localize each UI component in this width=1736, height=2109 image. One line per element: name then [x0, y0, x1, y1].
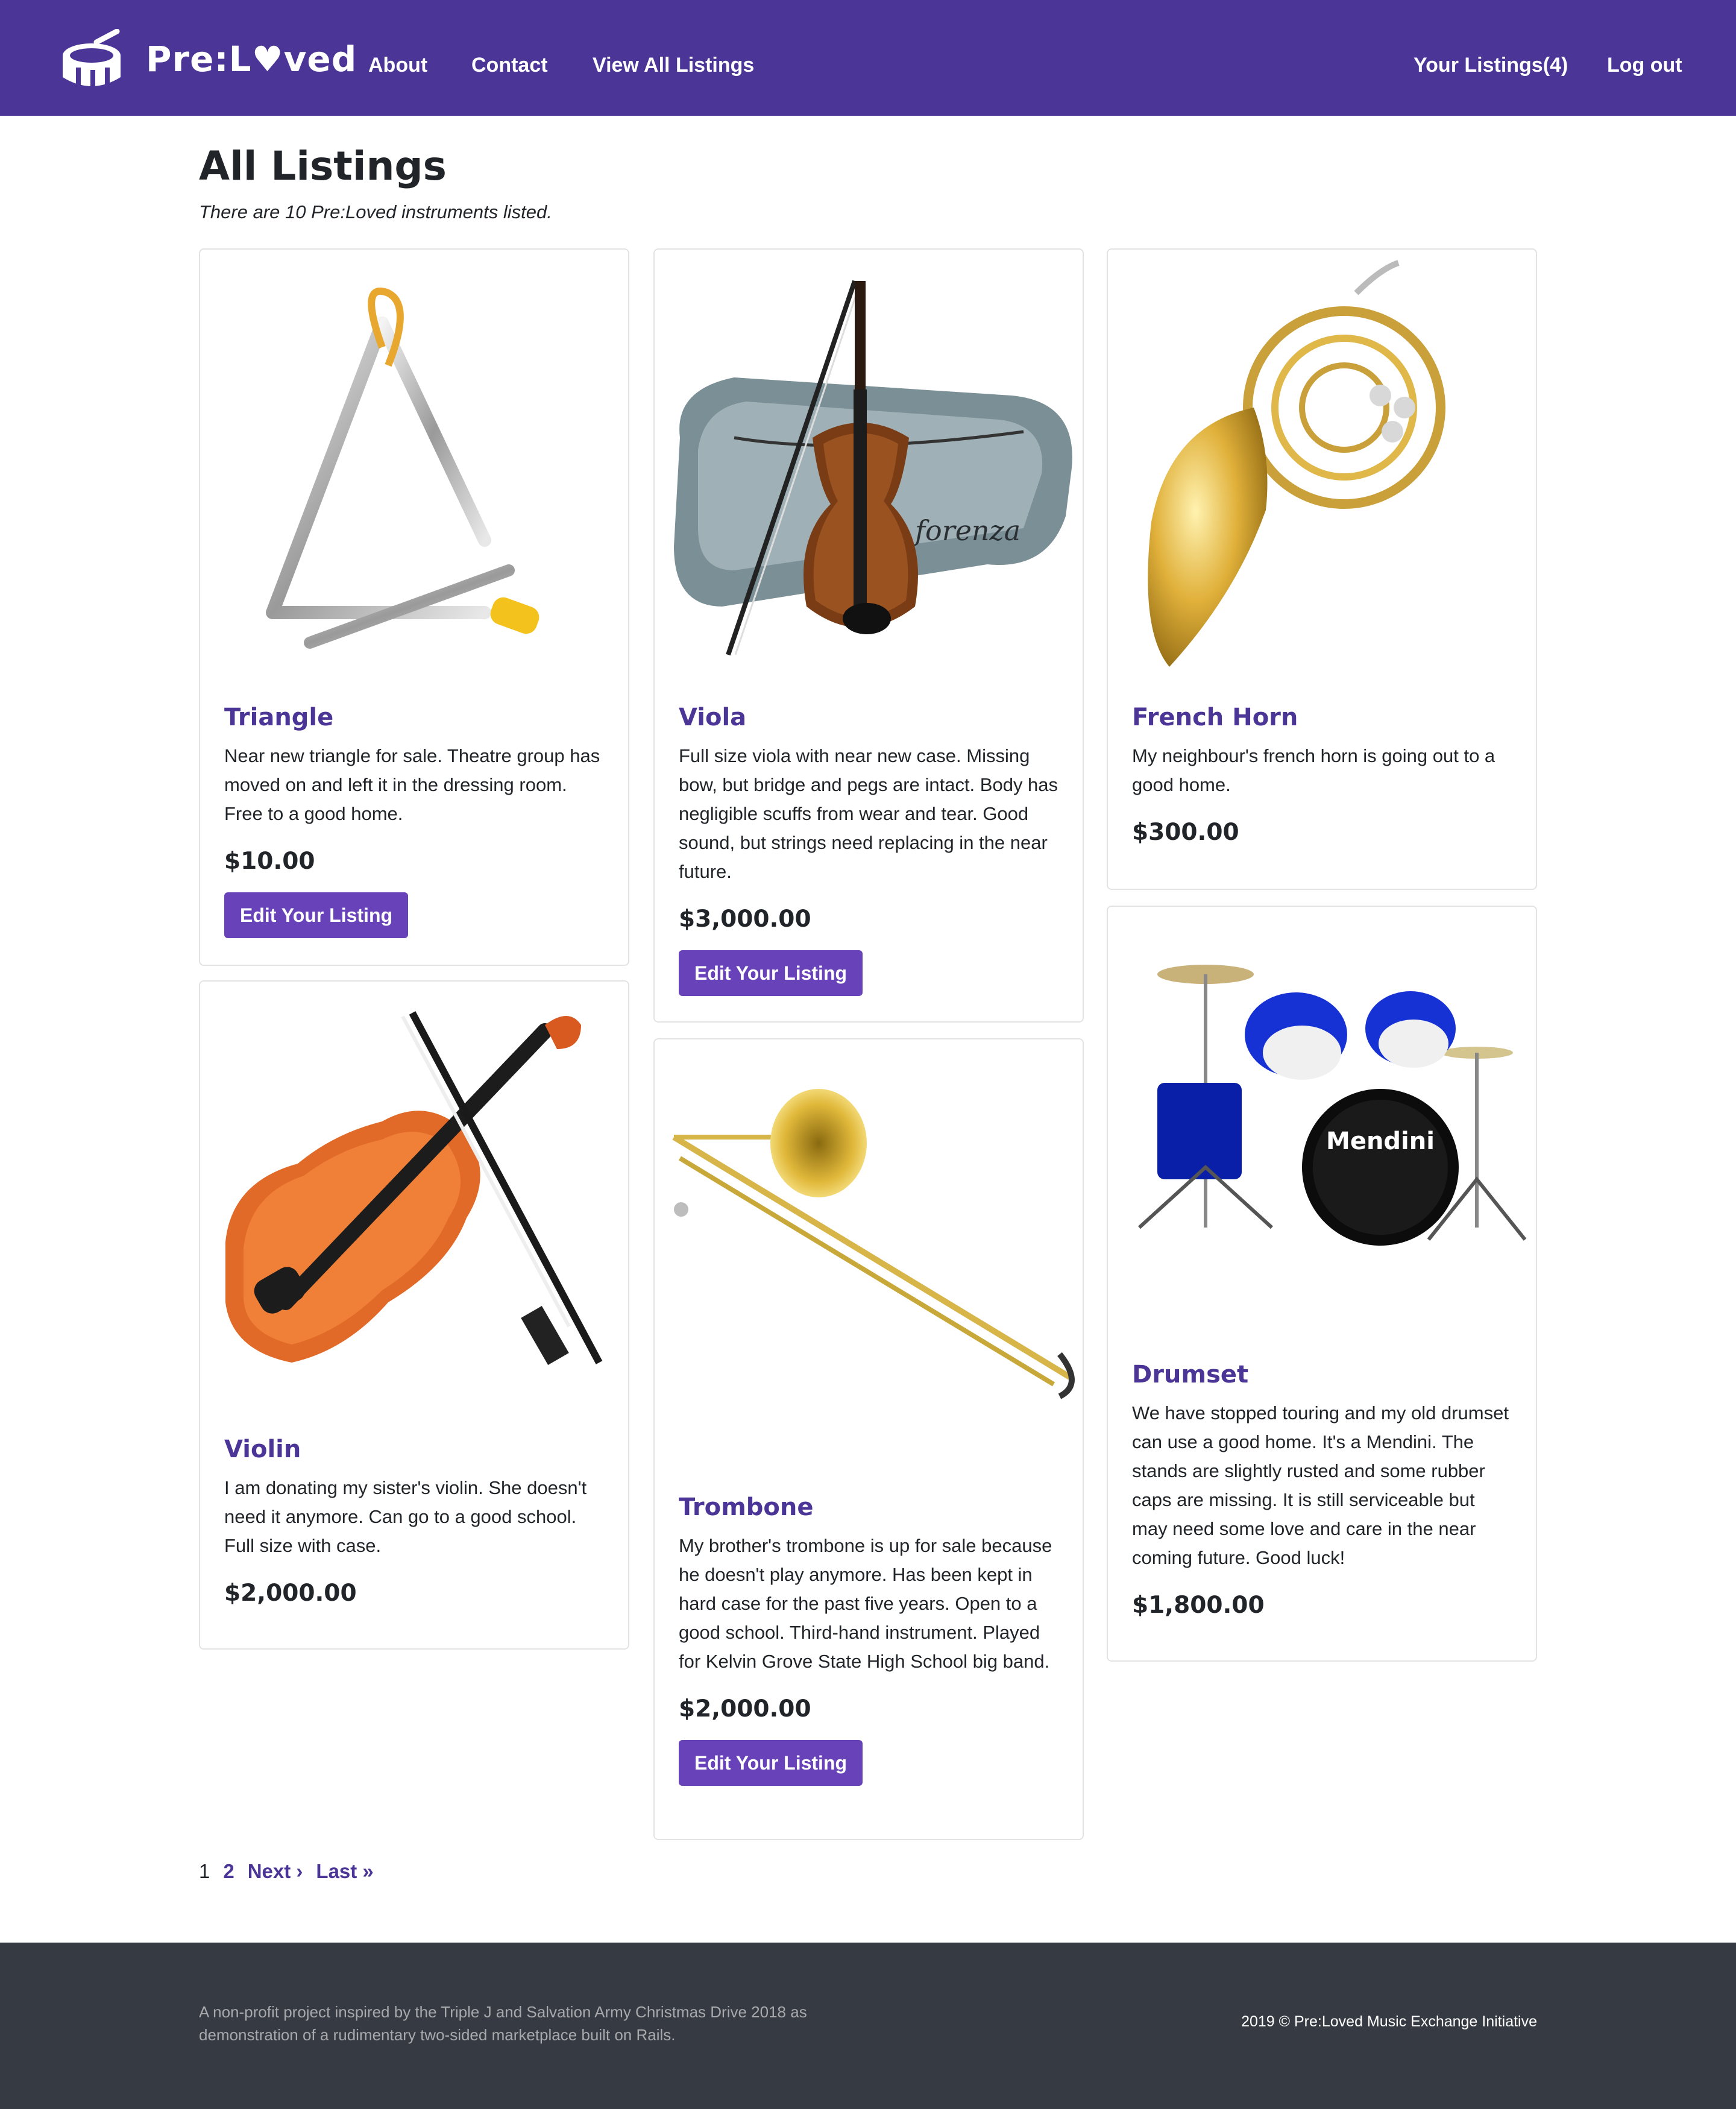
nav-your-listings[interactable]: Your Listings(4)	[1414, 51, 1568, 80]
drum-logo: Mendini	[1326, 1127, 1435, 1155]
edit-listing-button[interactable]: Edit Your Listing	[679, 1740, 863, 1786]
page-current: 1	[199, 1860, 210, 1882]
drumset-image[interactable]: Mendini	[1115, 914, 1529, 1336]
edit-listing-button[interactable]: Edit Your Listing	[224, 892, 409, 938]
edit-listing-button[interactable]: Edit Your Listing	[679, 950, 863, 996]
listing-description: We have stopped touring and my old drums…	[1132, 1402, 1509, 1568]
page-title: All Listings	[199, 143, 447, 189]
listing-price: $2,000.00	[679, 1695, 811, 1723]
listing-count: There are 10 Pre:Loved instruments liste…	[199, 201, 552, 222]
nav-view-all-listings[interactable]: View All Listings	[593, 51, 754, 80]
violin-image[interactable]	[207, 989, 621, 1411]
brand-name: Pre:L♥ved	[146, 39, 357, 80]
listing-description: Full size viola with near new case. Miss…	[679, 745, 1058, 882]
triangle-image[interactable]	[207, 257, 621, 679]
listing-title[interactable]: Trombone	[679, 1490, 1058, 1524]
brand-link[interactable]: Pre:L♥ved	[59, 29, 357, 89]
footer-copyright: 2019 © Pre:Loved Music Exchange Initiati…	[1241, 2013, 1537, 2030]
nav-contact[interactable]: Contact	[471, 51, 548, 80]
listing-title[interactable]: French Horn	[1132, 701, 1512, 734]
listing-card-french-horn: French Horn My neighbour's french horn i…	[1107, 248, 1537, 890]
footer-description: A non-profit project inspired by the Tri…	[199, 2003, 807, 2044]
pagination: 1 2 Next › Last »	[199, 1857, 374, 1886]
last-page-link[interactable]: Last »	[316, 1857, 373, 1886]
listing-card-viola: forenza Viola Full size viola with near …	[653, 248, 1084, 1023]
navbar: Pre:L♥ved About Contact View All Listing…	[0, 0, 1736, 116]
listing-price: $3,000.00	[679, 906, 811, 933]
french-horn-image[interactable]	[1115, 257, 1529, 679]
listing-description: My neighbour's french horn is going out …	[1132, 745, 1495, 795]
next-page-link[interactable]: Next ›	[248, 1857, 303, 1886]
listing-title[interactable]: Triangle	[224, 701, 604, 734]
listing-card-trombone: Trombone My brother's trombone is up for…	[653, 1038, 1084, 1840]
listing-card-triangle: Triangle Near new triangle for sale. The…	[199, 248, 629, 966]
listing-card-drumset: Mendini Drumset We have stopped touring …	[1107, 906, 1537, 1662]
listing-card-violin: Violin I am donating my sister's violin.…	[199, 980, 629, 1650]
listing-price: $300.00	[1132, 819, 1239, 846]
page-2-link[interactable]: 2	[223, 1857, 234, 1886]
listing-price: $10.00	[224, 848, 315, 875]
listing-price: $2,000.00	[224, 1580, 357, 1607]
listing-description: I am donating my sister's violin. She do…	[224, 1477, 587, 1556]
drum-logo-icon	[63, 29, 121, 89]
nav-logout[interactable]: Log out	[1607, 51, 1682, 80]
listing-description: Near new triangle for sale. Theatre grou…	[224, 745, 600, 824]
listing-description: My brother's trombone is up for sale bec…	[679, 1535, 1052, 1672]
case-logo: forenza	[913, 514, 1021, 547]
nav-about[interactable]: About	[368, 51, 427, 80]
trombone-image[interactable]	[662, 1047, 1075, 1469]
listing-title[interactable]: Drumset	[1132, 1358, 1512, 1392]
listing-title[interactable]: Violin	[224, 1433, 604, 1466]
listing-price: $1,800.00	[1132, 1592, 1265, 1619]
listing-title[interactable]: Viola	[679, 701, 1058, 734]
viola-image[interactable]: forenza	[662, 257, 1075, 679]
footer: A non-profit project inspired by the Tri…	[0, 1943, 1736, 2109]
